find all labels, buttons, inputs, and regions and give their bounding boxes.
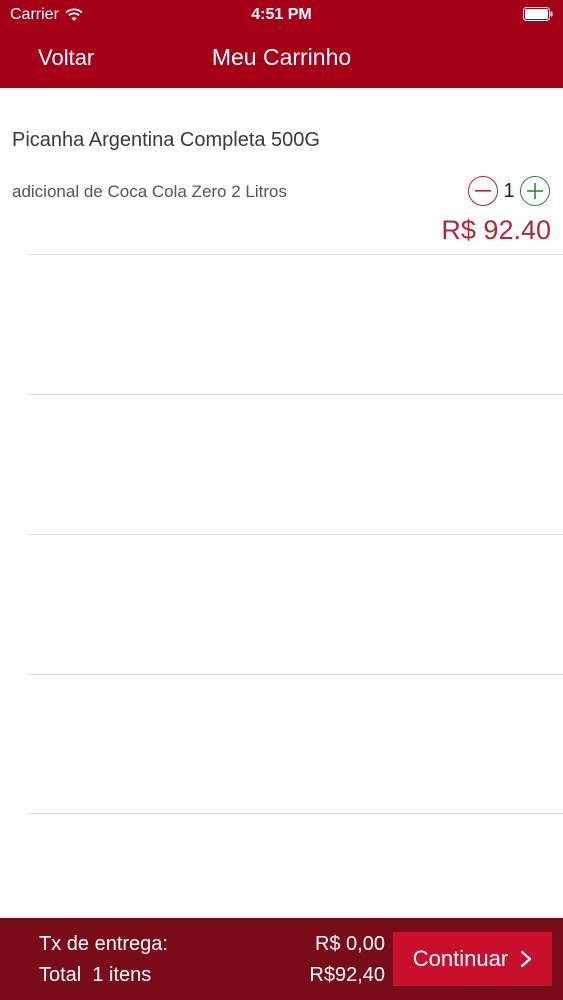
minus-icon <box>475 190 491 192</box>
item-addon: adicional de Coca Cola Zero 2 Litros <box>12 182 287 201</box>
battery-icon <box>523 7 553 21</box>
chevron-right-icon <box>521 950 532 968</box>
item-name: Picanha Argentina Completa 500G <box>12 129 320 151</box>
row-divider <box>28 534 563 535</box>
page-title: Meu Carrinho <box>211 44 352 70</box>
row-divider <box>28 674 563 675</box>
row-divider <box>28 254 563 255</box>
continue-button-label: Continuar <box>412 946 509 971</box>
total-label: Total 1 itens <box>39 964 152 986</box>
increase-quantity-button[interactable] <box>520 176 550 206</box>
total-value: R$92,40 <box>309 964 385 986</box>
quantity-value: 1 <box>503 179 515 202</box>
quantity-stepper: 1 <box>468 176 550 206</box>
plus-icon <box>527 183 543 199</box>
app-header: Carrier 4:51 PM Voltar Meu Carrinho <box>0 0 563 88</box>
delivery-fee-label: Tx de entrega: <box>39 933 168 955</box>
delivery-fee-value: R$ 0,00 <box>314 933 385 955</box>
continue-button[interactable]: Continuar <box>393 932 552 986</box>
status-bar: Carrier 4:51 PM <box>0 0 563 30</box>
clock: 4:51 PM <box>251 6 312 23</box>
order-summary-bar: Tx de entrega: R$ 0,00 Total 1 itens R$9… <box>0 918 563 1000</box>
row-divider <box>28 813 563 814</box>
item-price: R$ 92.40 <box>441 215 551 245</box>
decrease-quantity-button[interactable] <box>468 176 498 206</box>
row-divider <box>28 394 563 395</box>
